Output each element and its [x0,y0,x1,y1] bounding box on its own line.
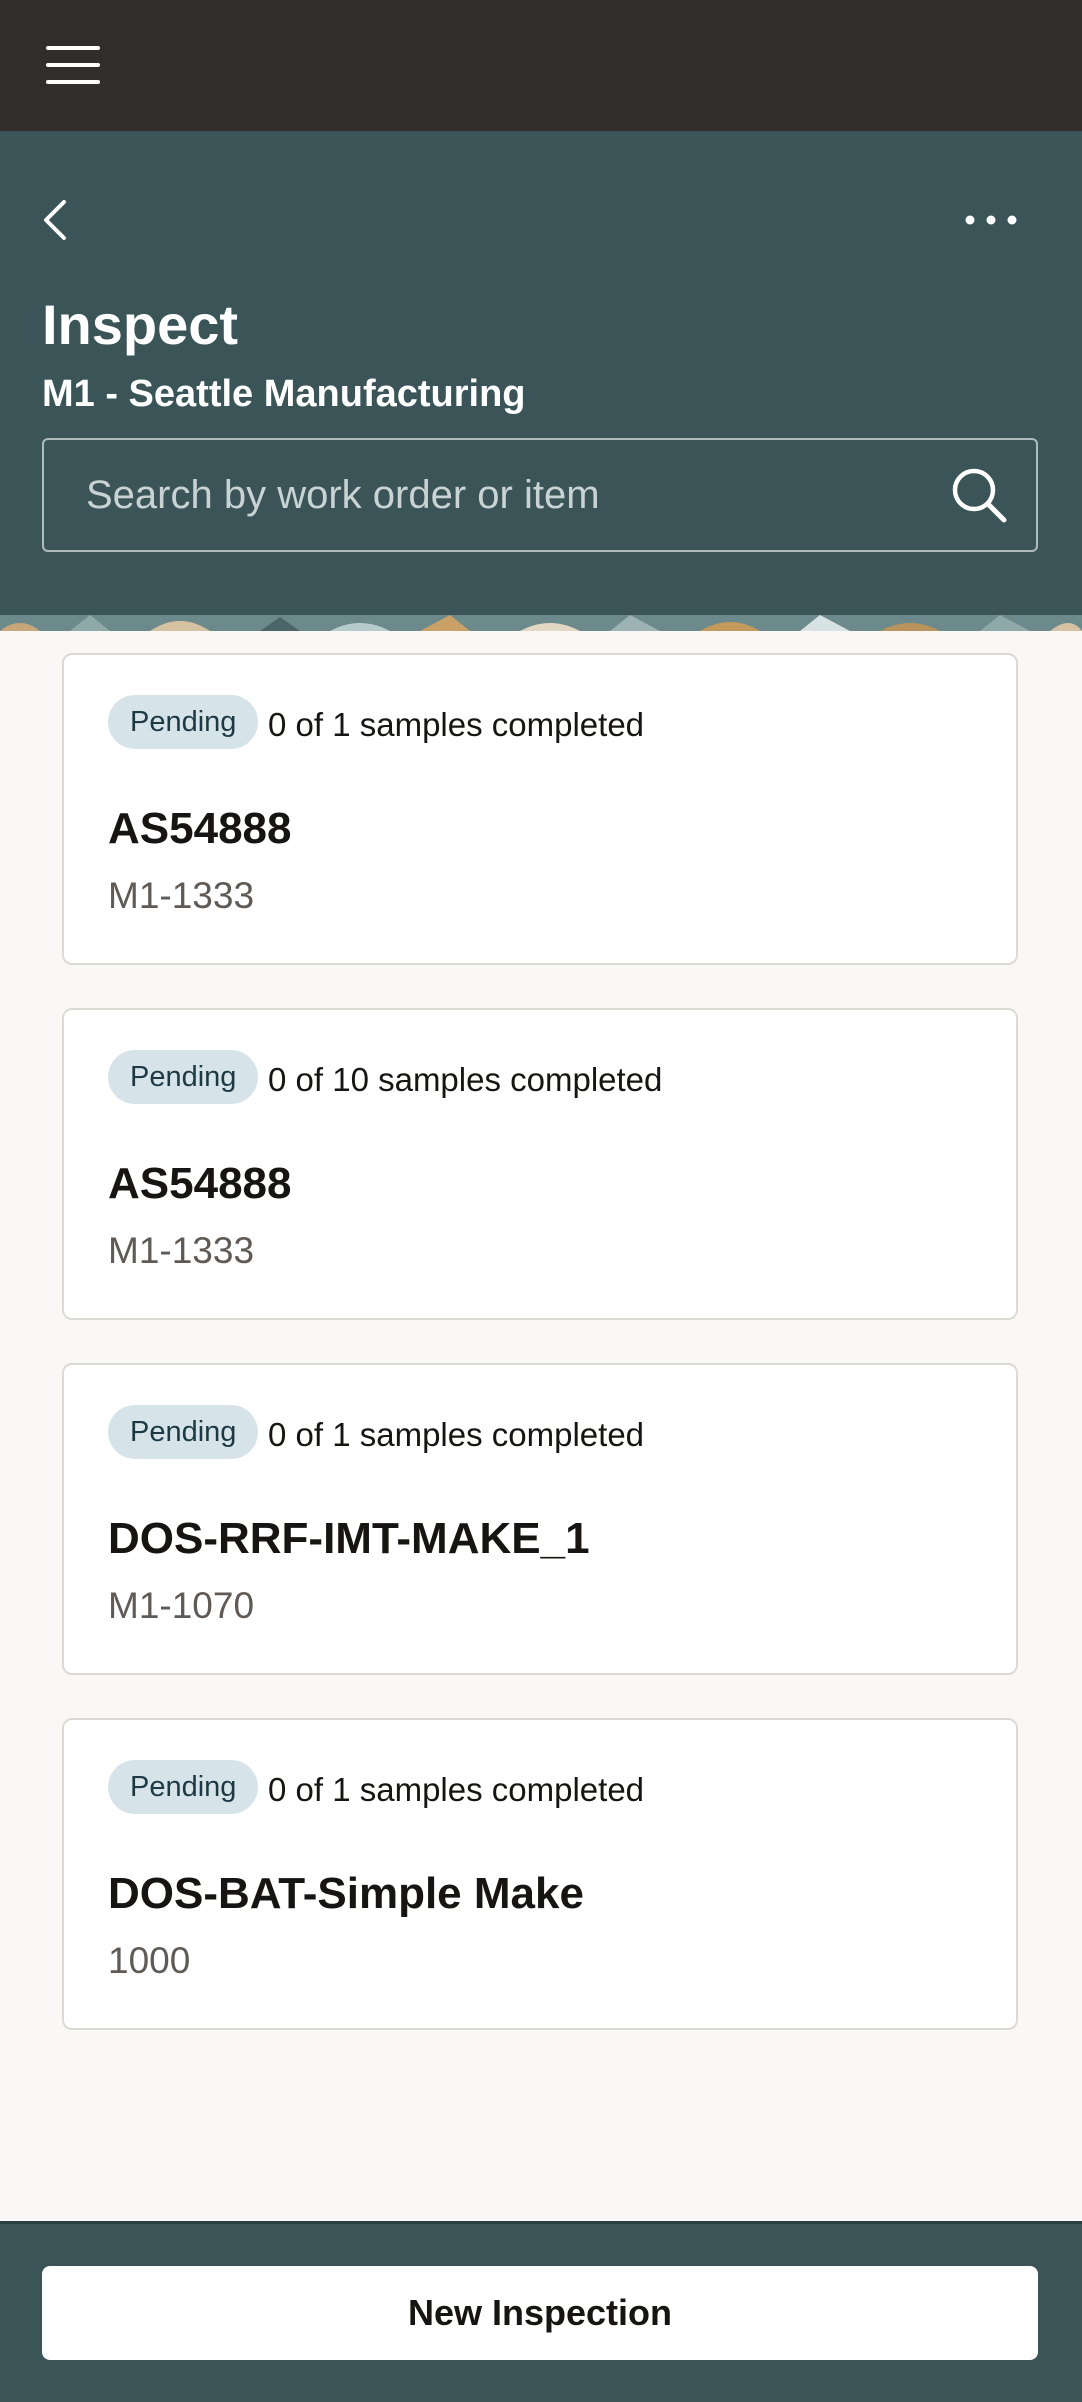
new-inspection-button[interactable]: New Inspection [42,2266,1038,2360]
inspection-card[interactable]: Pending 0 of 1 samples completed AS54888… [62,653,1018,965]
card-subtitle: M1-1333 [108,875,255,916]
samples-progress-text: 0 of 1 samples completed [268,1416,645,1453]
card-subtitle: M1-1333 [108,1230,255,1271]
inspection-card[interactable]: Pending 0 of 1 samples completed DOS-BAT… [62,1718,1018,2030]
status-badge: Pending [108,1405,259,1459]
inspection-card[interactable]: Pending 0 of 10 samples completed AS5488… [62,1008,1018,1320]
status-badge: Pending [108,695,259,749]
search-icon[interactable] [950,466,1008,524]
app-top-bar [0,0,1082,131]
card-title: DOS-BAT-Simple Make [108,1869,584,1918]
chevron-left-icon[interactable] [38,196,74,244]
page-title: Inspect [42,293,239,356]
card-title: DOS-RRF-IMT-MAKE_1 [108,1514,590,1563]
inspection-card[interactable]: Pending 0 of 1 samples completed DOS-RRF… [62,1363,1018,1675]
search-input[interactable] [44,440,924,550]
status-badge: Pending [108,1050,259,1104]
inspection-list[interactable]: Pending 0 of 1 samples completed AS54888… [0,631,1082,2221]
card-subtitle: 1000 [108,1940,191,1981]
hamburger-menu-icon[interactable] [46,46,100,84]
more-horizontal-icon[interactable] [964,206,1018,234]
search-box [42,438,1038,552]
card-title: AS54888 [108,804,292,853]
status-badge: Pending [108,1760,259,1814]
page-subtitle: M1 - Seattle Manufacturing [42,373,526,415]
samples-progress-text: 0 of 1 samples completed [268,706,645,743]
pattern-graphic [0,615,1082,631]
card-subtitle: M1-1070 [108,1585,255,1626]
samples-progress-text: 0 of 10 samples completed [268,1061,663,1098]
footer-bar: New Inspection [0,2221,1082,2402]
decorative-pattern-band [0,615,1082,631]
samples-progress-text: 0 of 1 samples completed [268,1771,645,1808]
card-title: AS54888 [108,1159,292,1208]
